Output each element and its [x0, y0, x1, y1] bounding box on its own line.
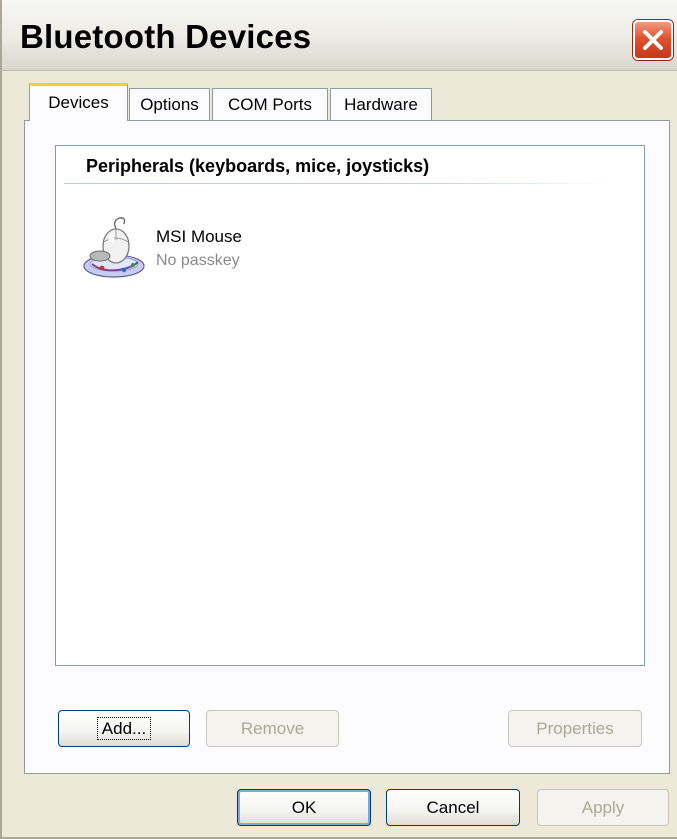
remove-button-label: Remove	[240, 719, 305, 738]
tab-devices[interactable]: Devices	[29, 83, 128, 121]
tab-options[interactable]: Options	[129, 88, 210, 121]
tab-devices-label: Devices	[48, 93, 109, 112]
list-item-msi-mouse[interactable]: MSI Mouse No passkey	[78, 214, 318, 286]
window-title: Bluetooth Devices	[20, 18, 312, 55]
remove-button[interactable]: Remove	[206, 710, 339, 747]
mouse-icon	[83, 217, 145, 278]
device-list[interactable]: Peripherals (keyboards, mice, joysticks)	[55, 145, 645, 666]
tab-hardware[interactable]: Hardware	[330, 88, 432, 121]
bluetooth-devices-dialog: Bluetooth Devices Devices Options COM Po…	[0, 0, 677, 839]
group-header-peripherals: Peripherals (keyboards, mice, joysticks)	[86, 156, 430, 176]
close-button[interactable]	[633, 20, 673, 60]
device-status: No passkey	[156, 252, 240, 269]
close-icon	[643, 30, 663, 50]
device-name: MSI Mouse	[156, 227, 242, 246]
ok-button-label: OK	[291, 798, 317, 817]
add-button[interactable]: Add...	[58, 710, 190, 747]
properties-button[interactable]: Properties	[508, 710, 642, 747]
tab-com-ports[interactable]: COM Ports	[212, 88, 328, 121]
add-button-label: Add...	[96, 717, 152, 740]
tab-com-ports-label: COM Ports	[227, 95, 313, 114]
properties-button-label: Properties	[536, 719, 614, 738]
tab-options-label: Options	[140, 95, 199, 114]
title-bar[interactable]: Bluetooth Devices	[2, 0, 677, 71]
ok-button[interactable]: OK	[237, 789, 371, 826]
group-divider	[64, 183, 612, 184]
cancel-button[interactable]: Cancel	[386, 789, 520, 826]
apply-button-label: Apply	[581, 798, 625, 817]
cancel-button-label: Cancel	[426, 798, 480, 817]
apply-button[interactable]: Apply	[537, 789, 669, 826]
tab-hardware-label: Hardware	[344, 95, 418, 114]
